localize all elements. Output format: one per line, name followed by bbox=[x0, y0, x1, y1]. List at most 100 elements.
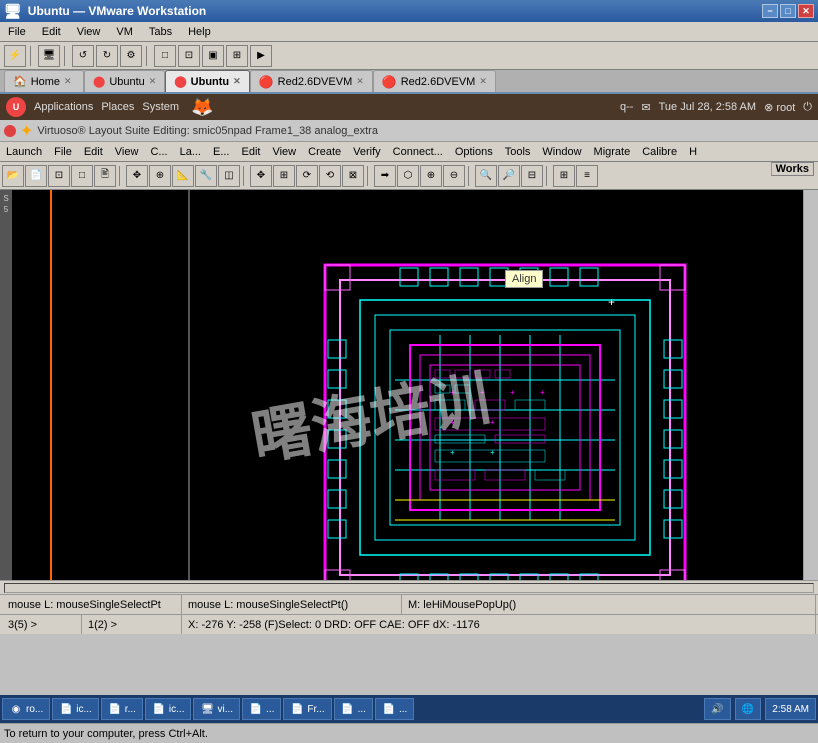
task-vi[interactable]: 🖥 vi... bbox=[193, 698, 240, 720]
tb2-btn-23[interactable]: ⊞ bbox=[553, 165, 575, 187]
tb2-btn-12[interactable]: ⊞ bbox=[273, 165, 295, 187]
center-canvas[interactable]: Align + bbox=[190, 190, 803, 580]
vmenu-options[interactable]: Options bbox=[449, 144, 499, 160]
vmenu-e[interactable]: E... bbox=[207, 144, 236, 160]
tb2-btn-9[interactable]: 🔧 bbox=[195, 165, 217, 187]
vmenu-tools[interactable]: Tools bbox=[499, 144, 537, 160]
left-tb-btn[interactable]: S bbox=[3, 194, 8, 203]
tb2-btn-22[interactable]: ⊟ bbox=[521, 165, 543, 187]
vmenu-create[interactable]: Create bbox=[302, 144, 347, 160]
tb2-btn-18[interactable]: ⊕ bbox=[420, 165, 442, 187]
tab-red1[interactable]: 🔴 Red2.6DVEVM ✕ bbox=[250, 70, 373, 92]
vmenu-c[interactable]: C... bbox=[144, 144, 173, 160]
tb2-btn-10[interactable]: ◫ bbox=[218, 165, 240, 187]
vmenu-verify[interactable]: Verify bbox=[347, 144, 387, 160]
menu-view[interactable]: View bbox=[69, 24, 109, 40]
vmenu-window[interactable]: Window bbox=[536, 144, 587, 160]
tb2-btn-20[interactable]: 🔍 bbox=[475, 165, 497, 187]
tb-btn-3[interactable]: ↺ bbox=[72, 45, 94, 67]
tab-home[interactable]: 🏠 Home ✕ bbox=[4, 70, 84, 92]
tb2-btn-1[interactable]: 📂 bbox=[2, 165, 24, 187]
tb2-btn-8[interactable]: 📐 bbox=[172, 165, 194, 187]
menu-help[interactable]: Help bbox=[180, 24, 219, 40]
task-fr[interactable]: 📄 Fr... bbox=[283, 698, 331, 720]
ubuntu-applications[interactable]: Applications bbox=[34, 101, 93, 113]
tab-ubuntu1-close[interactable]: ✕ bbox=[149, 76, 157, 87]
tb-btn-6[interactable]: □ bbox=[154, 45, 176, 67]
tab-ubuntu1[interactable]: ⬤ Ubuntu ✕ bbox=[84, 70, 165, 92]
close-button[interactable]: ✕ bbox=[798, 4, 814, 18]
status2-section2: 1(2) > bbox=[82, 615, 182, 634]
minimize-button[interactable]: − bbox=[762, 4, 778, 18]
tb2-btn-21[interactable]: 🔎 bbox=[498, 165, 520, 187]
vmenu-edit2[interactable]: Edit bbox=[236, 144, 267, 160]
vmenu-h[interactable]: H bbox=[683, 144, 703, 160]
tb-btn-2[interactable]: 🖥 bbox=[38, 45, 60, 67]
tab-home-close[interactable]: ✕ bbox=[64, 76, 72, 87]
system-tray: 🔊 🌐 2:58 AM bbox=[704, 698, 816, 720]
tb-btn-10[interactable]: ▶ bbox=[250, 45, 272, 67]
task-ic1[interactable]: 📄 ic... bbox=[52, 698, 99, 720]
menu-tabs[interactable]: Tabs bbox=[141, 24, 180, 40]
maximize-button[interactable]: □ bbox=[780, 4, 796, 18]
tb-btn-9[interactable]: ⊞ bbox=[226, 45, 248, 67]
tb2-btn-19[interactable]: ⊖ bbox=[443, 165, 465, 187]
tb-btn-8[interactable]: ▣ bbox=[202, 45, 224, 67]
tab-red1-close[interactable]: ✕ bbox=[356, 76, 364, 87]
vmenu-la[interactable]: La... bbox=[174, 144, 207, 160]
vmenu-launch[interactable]: Launch bbox=[0, 144, 48, 160]
virtuoso-close[interactable] bbox=[4, 125, 16, 137]
virtuoso-icon: ✦ bbox=[20, 121, 33, 141]
task-r[interactable]: 📄 r... bbox=[101, 698, 143, 720]
tb2-btn-3[interactable]: ⊡ bbox=[48, 165, 70, 187]
horizontal-scrollbar[interactable] bbox=[4, 583, 814, 593]
vmenu-view2[interactable]: View bbox=[266, 144, 302, 160]
vmenu-file[interactable]: File bbox=[48, 144, 78, 160]
tb2-btn-5[interactable]: 🖹 bbox=[94, 165, 116, 187]
ubuntu-places[interactable]: Places bbox=[101, 101, 134, 113]
tb-btn-5[interactable]: ⚙ bbox=[120, 45, 142, 67]
status2-coords: X: -276 Y: -258 (F)Select: 0 DRD: OFF CA… bbox=[182, 615, 816, 634]
tray-icon1[interactable]: 🔊 bbox=[704, 698, 730, 720]
task-dots3[interactable]: 📄 ... bbox=[375, 698, 414, 720]
task-dots2[interactable]: 📄 ... bbox=[334, 698, 373, 720]
tb2-btn-4[interactable]: □ bbox=[71, 165, 93, 187]
vmenu-migrate[interactable]: Migrate bbox=[588, 144, 637, 160]
tb2-btn-7[interactable]: ⊕ bbox=[149, 165, 171, 187]
firefox-icon[interactable]: 🦊 bbox=[191, 97, 213, 118]
tb-btn-1[interactable]: ⚡ bbox=[4, 45, 26, 67]
tb2-btn-6[interactable]: ✥ bbox=[126, 165, 148, 187]
tb-btn-4[interactable]: ↻ bbox=[96, 45, 118, 67]
vmenu-view[interactable]: View bbox=[109, 144, 145, 160]
ubuntu-power[interactable]: ⏻ bbox=[803, 101, 812, 114]
toolbar: ⚡ 🖥 ↺ ↻ ⚙ □ ⊡ ▣ ⊞ ▶ bbox=[0, 42, 818, 70]
tab-red2[interactable]: 🔴 Red2.6DVEVM ✕ bbox=[373, 70, 496, 92]
tb-btn-7[interactable]: ⊡ bbox=[178, 45, 200, 67]
vmenu-calibre[interactable]: Calibre bbox=[636, 144, 683, 160]
tb2-btn-13[interactable]: ⟳ bbox=[296, 165, 318, 187]
left-tb-btn2[interactable]: 5 bbox=[4, 205, 8, 214]
tb2-btn-11[interactable]: ✥ bbox=[250, 165, 272, 187]
vmenu-connect[interactable]: Connect... bbox=[387, 144, 449, 160]
task-ic2[interactable]: 📄 ic... bbox=[145, 698, 192, 720]
tab-red2-close[interactable]: ✕ bbox=[479, 76, 487, 87]
tab-ubuntu2[interactable]: ⬤ Ubuntu ✕ bbox=[165, 70, 249, 92]
tb2-btn-17[interactable]: ⬡ bbox=[397, 165, 419, 187]
svg-text:+: + bbox=[510, 388, 515, 397]
task-label-ic1: ic... bbox=[76, 704, 92, 715]
tb2-btn-14[interactable]: ⟲ bbox=[319, 165, 341, 187]
ubuntu-system[interactable]: System bbox=[142, 101, 179, 113]
tb2-btn-2[interactable]: 📄 bbox=[25, 165, 47, 187]
tb2-btn-15[interactable]: ⊠ bbox=[342, 165, 364, 187]
menu-file[interactable]: File bbox=[0, 24, 34, 40]
tab-ubuntu2-close[interactable]: ✕ bbox=[233, 76, 241, 87]
task-dots1[interactable]: 📄 ... bbox=[242, 698, 281, 720]
tb2-btn-24[interactable]: ≡ bbox=[576, 165, 598, 187]
menu-vm[interactable]: VM bbox=[108, 24, 141, 40]
tray-time[interactable]: 2:58 AM bbox=[765, 698, 816, 720]
tray-icon2[interactable]: 🌐 bbox=[735, 698, 761, 720]
vmenu-edit[interactable]: Edit bbox=[78, 144, 109, 160]
tb2-btn-16[interactable]: ➡ bbox=[374, 165, 396, 187]
menu-edit[interactable]: Edit bbox=[34, 24, 69, 40]
task-ro[interactable]: ◉ ro... bbox=[2, 698, 50, 720]
